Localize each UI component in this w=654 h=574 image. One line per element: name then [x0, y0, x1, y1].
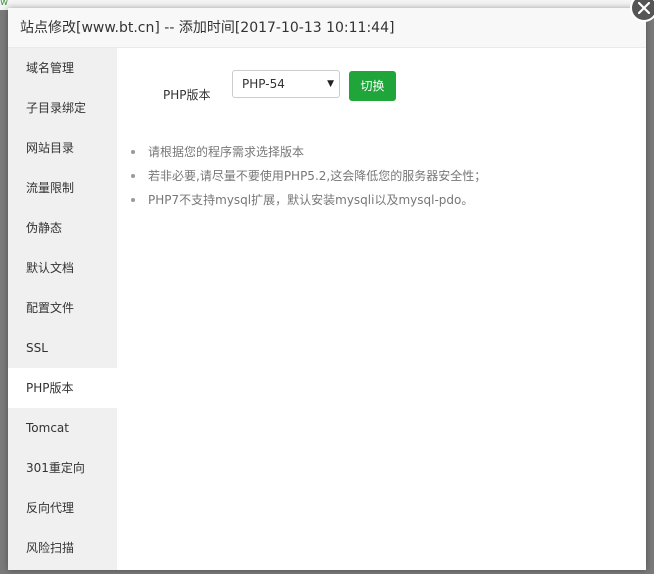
sidebar-item-domain-management[interactable]: 域名管理	[8, 48, 117, 88]
sidebar-menu: 域名管理 子目录绑定 网站目录 流量限制 伪静态 默认文档 配置文件 SSL P…	[8, 48, 117, 570]
sidebar-item-rewrite[interactable]: 伪静态	[8, 208, 117, 248]
tip-item: 请根据您的程序需求选择版本	[131, 140, 486, 164]
site-settings-dialog: 站点修改[www.bt.cn] -- 添加时间[2017-10-13 10:11…	[8, 8, 646, 570]
php-version-label: PHP版本	[163, 88, 211, 102]
bullet-icon	[131, 174, 135, 178]
sidebar-item-tomcat[interactable]: Tomcat	[8, 408, 117, 448]
sidebar-item-risk-scan[interactable]: 风险扫描	[8, 528, 117, 568]
bullet-icon	[131, 150, 135, 154]
php-version-panel: PHP版本 PHP-54 ▼ 切换 请根据您的程序需求选择版本 若非必要,请尽量…	[117, 48, 646, 570]
tip-item: 若非必要,请尽量不要使用PHP5.2,这会降低您的服务器安全性；	[131, 164, 486, 188]
tip-text: 若非必要,请尽量不要使用PHP5.2,这会降低您的服务器安全性；	[148, 169, 487, 183]
sidebar-item-site-directory[interactable]: 网站目录	[8, 128, 117, 168]
sidebar-item-reverse-proxy[interactable]: 反向代理	[8, 488, 117, 528]
sidebar-item-php-version[interactable]: PHP版本	[8, 368, 117, 408]
php-version-select[interactable]: PHP-54 ▼	[232, 70, 340, 98]
chevron-down-icon: ▼	[327, 79, 334, 89]
dialog-title: 站点修改[www.bt.cn] -- 添加时间[2017-10-13 10:11…	[20, 20, 395, 36]
switch-button[interactable]: 切换	[349, 71, 396, 101]
sidebar-item-traffic-limit[interactable]: 流量限制	[8, 168, 117, 208]
php-version-select-value: PHP-54	[242, 77, 285, 91]
tips-list: 请根据您的程序需求选择版本 若非必要,请尽量不要使用PHP5.2,这会降低您的服…	[131, 140, 486, 212]
background-partial-text: w	[0, 0, 9, 8]
tip-item: PHP7不支持mysql扩展，默认安装mysqli以及mysql-pdo。	[131, 188, 486, 212]
sidebar-item-301-redirect[interactable]: 301重定向	[8, 448, 117, 488]
close-icon	[638, 2, 650, 14]
dialog-header: 站点修改[www.bt.cn] -- 添加时间[2017-10-13 10:11…	[8, 8, 646, 48]
sidebar-item-default-document[interactable]: 默认文档	[8, 248, 117, 288]
sidebar-item-ssl[interactable]: SSL	[8, 328, 117, 368]
bullet-icon	[131, 198, 135, 202]
tip-text: 请根据您的程序需求选择版本	[148, 145, 305, 159]
sidebar-item-subdirectory-binding[interactable]: 子目录绑定	[8, 88, 117, 128]
sidebar-item-config-file[interactable]: 配置文件	[8, 288, 117, 328]
tip-text: PHP7不支持mysql扩展，默认安装mysqli以及mysql-pdo。	[148, 193, 474, 207]
